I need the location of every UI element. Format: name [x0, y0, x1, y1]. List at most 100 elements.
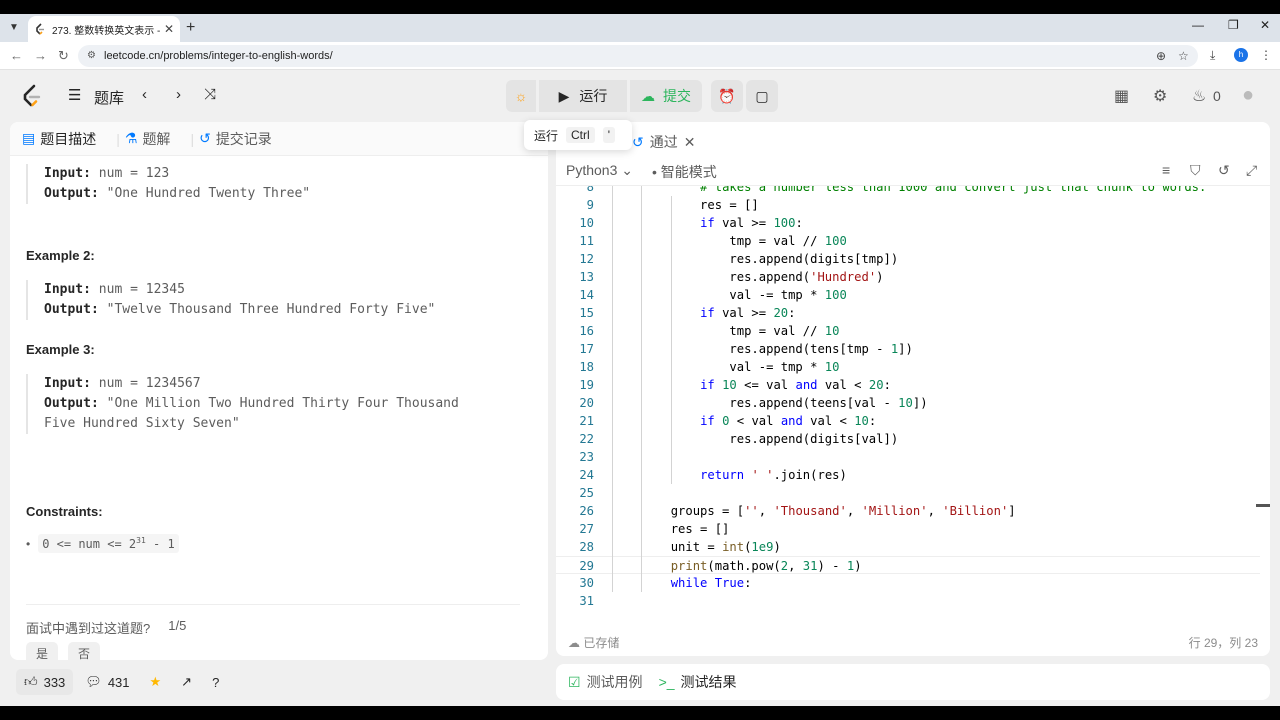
play-icon: ▶ [558, 87, 570, 104]
tab-search-icon[interactable]: ▼ [6, 20, 22, 36]
browser-tab-bar: ▼ 273. 整数转换英文表示 - 力扣 ✕ + — ❐ ✕ [0, 14, 1280, 42]
code-line[interactable]: 24 return ' '.join(res) [556, 466, 1260, 484]
comments-button[interactable]: 💬︎ 431 [77, 669, 137, 695]
problem-panel: ▤ 题目描述 | ⚗ 题解 | ↺ 提交记录 Input: num = 123 Outpu… [10, 122, 548, 660]
submit-button[interactable]: ☁ 提交 [630, 80, 702, 112]
no-button[interactable]: 否 [68, 642, 101, 660]
close-tab-icon[interactable]: ✕ [164, 22, 174, 36]
tab-testcases[interactable]: ☑ 测试用例 [568, 672, 643, 692]
code-line[interactable]: 16 tmp = val // 10 [556, 322, 1260, 340]
terminal-icon: >_ [658, 674, 675, 690]
code-line[interactable]: 30 while True: [556, 574, 1260, 592]
bookmark-star-icon[interactable]: ☆ [1178, 45, 1189, 67]
code-editor[interactable]: 8 # takes a number less than 1000 and co… [556, 186, 1260, 618]
back-icon[interactable]: ← [10, 48, 23, 63]
code-line[interactable]: 22 res.append(digits[val]) [556, 430, 1260, 448]
code-line[interactable]: 17 res.append(tens[tmp - 1]) [556, 340, 1260, 358]
code-line[interactable]: 20 res.append(teens[val - 10]) [556, 394, 1260, 412]
smart-mode-toggle[interactable]: • 智能模式 [652, 162, 717, 182]
example-2-title: Example 2: [26, 248, 95, 263]
close-window-icon[interactable]: ✕ [1260, 18, 1270, 32]
layout-grid-icon[interactable]: ▦ [1114, 86, 1129, 106]
like-button[interactable]: 👍︎ 333 [16, 669, 74, 695]
forward-icon[interactable]: → [34, 48, 47, 63]
line-number: 31 [579, 594, 594, 608]
tab-submissions[interactable]: | ↺ 提交记录 [190, 129, 271, 149]
close-tab-icon[interactable]: ✕ [684, 134, 696, 151]
comment-icon: 💬︎ [85, 674, 102, 689]
code-line[interactable]: 13 res.append('Hundred') [556, 268, 1260, 286]
zoom-icon[interactable]: ⊕ [1156, 45, 1166, 67]
timer-button[interactable]: ⏰ [711, 80, 743, 112]
address-bar[interactable]: ⚙ leetcode.cn/problems/integer-to-englis… [78, 45, 1198, 67]
problem-bank-link[interactable]: 题库 [94, 87, 124, 108]
share-button[interactable]: ↗ [173, 669, 200, 695]
favorite-button[interactable]: ★ [142, 669, 170, 695]
profile-avatar[interactable]: h [1234, 48, 1248, 62]
problem-list-icon[interactable]: ☰ [68, 86, 81, 104]
example-3: Input: num = 1234567 Output: "One Millio… [26, 374, 459, 434]
settings-gear-icon[interactable]: ⚙ [1153, 86, 1167, 106]
new-tab-icon[interactable]: + [186, 19, 195, 37]
code-line[interactable]: 26 groups = ['', 'Thousand', 'Million', … [556, 502, 1260, 520]
site-info-icon[interactable]: ⚙ [87, 45, 96, 67]
browser-menu-icon[interactable]: ⋮ [1260, 48, 1272, 62]
yes-button[interactable]: 是 [26, 642, 59, 660]
browser-tab[interactable]: 273. 整数转换英文表示 - 力扣 ✕ [28, 16, 180, 42]
problem-tabs: ▤ 题目描述 | ⚗ 题解 | ↺ 提交记录 [10, 122, 548, 156]
code-line[interactable]: 14 val -= tmp * 100 [556, 286, 1260, 304]
code-line[interactable]: 18 val -= tmp * 10 [556, 358, 1260, 376]
code-line[interactable]: 11 tmp = val // 100 [556, 232, 1260, 250]
language-select[interactable]: Python3 ⌄ [566, 162, 633, 179]
restore-icon[interactable]: ❐ [1228, 18, 1239, 32]
bookmark-icon[interactable]: ⛉ [1190, 162, 1201, 179]
code-line[interactable]: 29 print(math.pow(2, 31) - 1) [556, 556, 1260, 574]
leetcode-logo-icon[interactable] [22, 84, 42, 108]
line-number: 13 [579, 270, 594, 284]
reload-icon[interactable]: ↻ [58, 48, 69, 64]
code-line[interactable]: 23 [556, 448, 1260, 466]
fire-icon[interactable]: ♨ [1192, 86, 1206, 106]
line-number: 14 [579, 288, 594, 302]
passed-tab[interactable]: ↺ 通过 ✕ [632, 132, 695, 152]
example-input: num = 12345 [98, 282, 185, 297]
minimize-icon[interactable]: — [1192, 18, 1204, 32]
code-line[interactable]: 27 res = [] [556, 520, 1260, 538]
debug-button[interactable]: ☼ [506, 80, 536, 112]
scroll-marker [1256, 504, 1270, 507]
user-avatar-icon[interactable]: ● [1242, 84, 1254, 107]
code-line[interactable]: 28 unit = int(1e9) [556, 538, 1260, 556]
input-label: Input: [44, 376, 91, 391]
code-line[interactable]: 25 [556, 484, 1260, 502]
indent-guide [641, 186, 643, 592]
fullscreen-icon[interactable]: ⤢ [1246, 162, 1257, 179]
divider [26, 604, 520, 605]
notes-button[interactable]: ▢ [746, 80, 778, 112]
download-icon[interactable]: ⤓ [1210, 48, 1215, 63]
run-button[interactable]: ▶ 运行 [539, 80, 627, 112]
next-problem-icon[interactable]: › [176, 86, 181, 103]
code-line[interactable]: 15 if val >= 20: [556, 304, 1260, 322]
indent-guide [612, 186, 613, 592]
code-line[interactable]: 8 # takes a number less than 1000 and co… [556, 186, 1260, 196]
prev-problem-icon[interactable]: ‹ [142, 86, 147, 103]
code-line[interactable]: 12 res.append(digits[tmp]) [556, 250, 1260, 268]
note-icon: ▢ [755, 87, 769, 104]
code-line[interactable]: 10 if val >= 100: [556, 214, 1260, 232]
output-label: Output: [44, 302, 99, 317]
test-panel: ☑ 测试用例 >_ 测试结果 [556, 664, 1270, 700]
tab-test-results[interactable]: >_ 测试结果 [659, 672, 737, 692]
shortcut-ctrl: Ctrl [566, 127, 595, 143]
reset-icon[interactable]: ↺ [1218, 162, 1230, 179]
random-problem-icon[interactable]: ⤨ [204, 86, 216, 103]
code-text: val -= tmp * 10 [612, 360, 840, 374]
shortcut-quote: ' [602, 127, 615, 143]
code-line[interactable]: 31 [556, 592, 1260, 610]
tab-solutions[interactable]: | ⚗ 题解 [116, 129, 170, 149]
format-icon[interactable]: ≡ [1162, 162, 1170, 178]
code-line[interactable]: 19 if 10 <= val and val < 20: [556, 376, 1260, 394]
tab-description[interactable]: ▤ 题目描述 [22, 129, 96, 149]
code-line[interactable]: 21 if 0 < val and val < 10: [556, 412, 1260, 430]
code-line[interactable]: 9 res = [] [556, 196, 1260, 214]
help-button[interactable]: ? [204, 669, 227, 695]
